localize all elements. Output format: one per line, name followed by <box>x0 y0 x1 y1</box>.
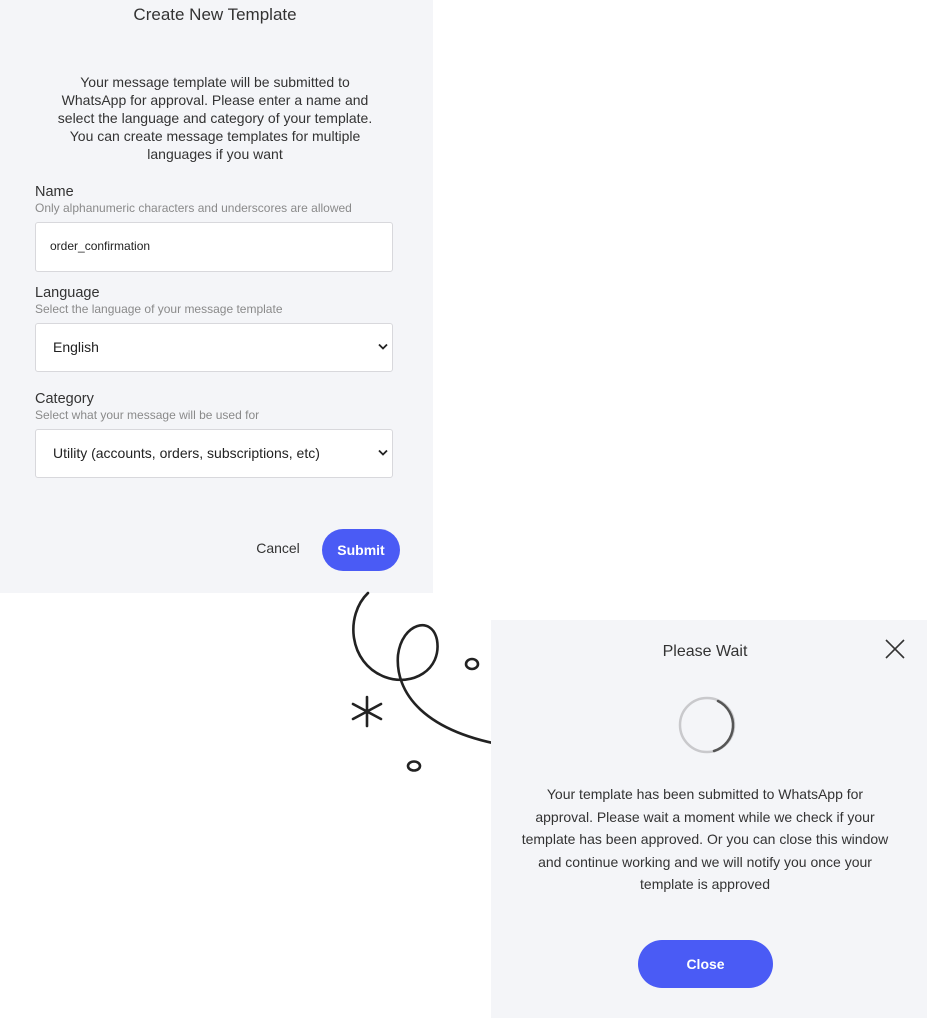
please-wait-message: Your template has been submitted to What… <box>521 786 889 892</box>
doodle-asterisk <box>351 695 383 728</box>
close-icon[interactable] <box>884 638 906 660</box>
category-select[interactable]: Utility (accounts, orders, subscriptions… <box>35 429 393 478</box>
close-button[interactable]: Close <box>638 940 773 988</box>
please-wait-panel: Please Wait Your template has been submi… <box>491 620 927 1018</box>
category-help-text: Select what your message will be used fo… <box>35 408 260 422</box>
stage: Create New Template Your message templat… <box>0 0 927 1018</box>
doodle-circle-2 <box>406 760 422 772</box>
language-select[interactable]: English <box>35 323 393 372</box>
language-label: Language <box>35 285 100 301</box>
name-input-value: order_confirmation <box>50 239 151 253</box>
chevron-down-icon <box>378 449 388 456</box>
doodle-circle-1 <box>464 657 480 671</box>
submit-button[interactable]: Submit <box>322 529 400 571</box>
language-select-value: English <box>53 339 99 355</box>
please-wait-title: Please Wait <box>662 643 748 660</box>
create-template-title: Create New Template <box>133 5 297 24</box>
name-label: Name <box>35 184 74 200</box>
cancel-button[interactable]: Cancel <box>250 540 306 560</box>
category-select-value: Utility (accounts, orders, subscriptions… <box>53 445 320 461</box>
language-help-text: Select the language of your message temp… <box>35 302 283 316</box>
name-help-text: Only alphanumeric characters and undersc… <box>35 201 352 215</box>
name-input[interactable]: order_confirmation <box>35 222 393 272</box>
create-template-intro: Your message template will be submitted … <box>57 74 373 162</box>
loading-spinner-icon <box>678 696 736 754</box>
create-template-panel: Create New Template Your message templat… <box>0 0 433 593</box>
category-label: Category <box>35 391 94 407</box>
chevron-down-icon <box>378 343 388 350</box>
